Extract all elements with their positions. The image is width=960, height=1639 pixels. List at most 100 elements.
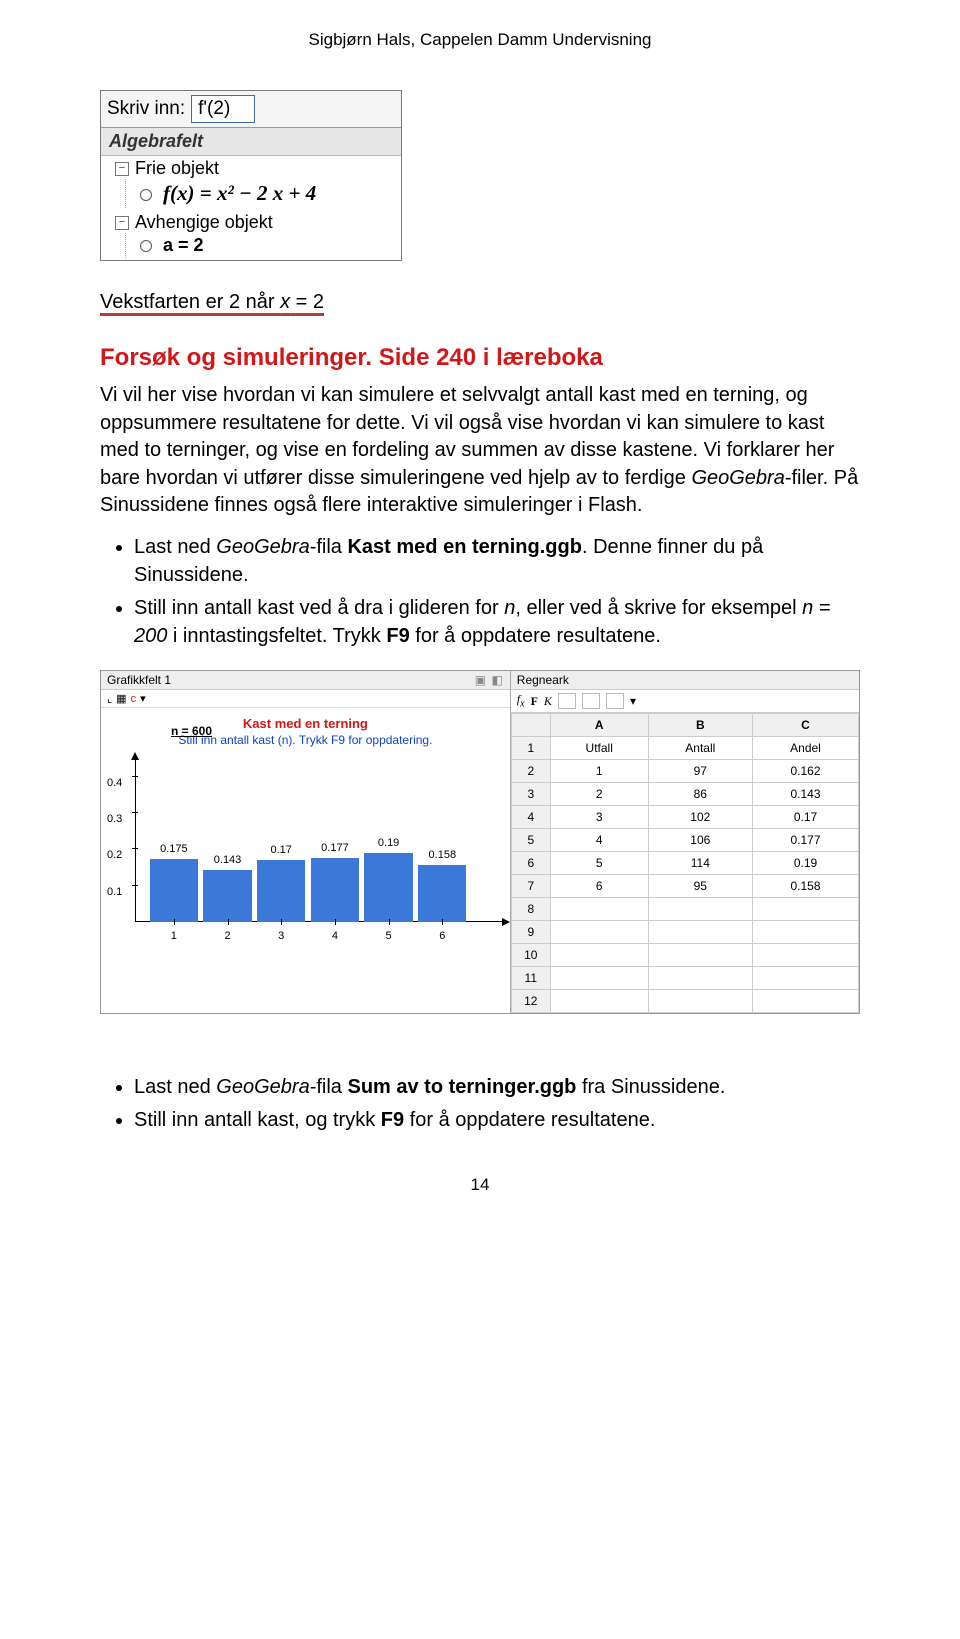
fill-icon[interactable] — [582, 693, 600, 709]
empty-cell[interactable] — [550, 943, 648, 966]
header-cell[interactable]: Utfall — [550, 736, 648, 759]
bar-chart: 0.10.20.30.40.17510.14320.1730.17740.195… — [135, 758, 504, 922]
n-slider-label[interactable]: n = 600 — [171, 724, 212, 738]
collapse-icon[interactable]: − — [115, 162, 129, 176]
data-cell[interactable]: 102 — [648, 805, 752, 828]
data-cell[interactable]: 0.19 — [752, 851, 858, 874]
t: for å oppdatere resultatene. — [410, 625, 661, 647]
algebra-input[interactable]: f'(2) — [191, 95, 255, 123]
data-cell[interactable]: 6 — [550, 874, 648, 897]
row-head[interactable]: 2 — [511, 759, 550, 782]
t: Still inn antall kast ved å dra i glider… — [134, 597, 504, 619]
free-section-label[interactable]: − Frie objekt — [115, 158, 393, 179]
row-head[interactable]: 6 — [511, 851, 550, 874]
fx-expression: f(x) = x² − 2 x + 4 — [163, 181, 316, 205]
window-controls-icon[interactable]: ▣ ◧ — [475, 673, 504, 687]
key-f9: F9 — [386, 625, 409, 647]
empty-cell[interactable] — [648, 966, 752, 989]
empty-cell[interactable] — [752, 966, 858, 989]
free-item-fx[interactable]: f(x) = x² − 2 x + 4 — [125, 179, 393, 208]
col-c[interactable]: C — [752, 713, 858, 736]
align-icon[interactable] — [558, 693, 576, 709]
row-head[interactable]: 11 — [511, 966, 550, 989]
t: i inntastingsfeltet. Trykk — [167, 625, 386, 647]
row-head[interactable]: 7 — [511, 874, 550, 897]
empty-cell[interactable] — [550, 989, 648, 1012]
bar — [150, 859, 198, 923]
empty-cell[interactable] — [648, 897, 752, 920]
empty-cell[interactable] — [550, 897, 648, 920]
row-head[interactable]: 1 — [511, 736, 550, 759]
algebra-dep-section: − Avhengige objekt a = 2 — [101, 210, 401, 260]
t: -fila — [310, 536, 348, 558]
dropdown-arrow-icon[interactable]: ▾ — [630, 694, 636, 709]
algebra-panel: Skriv inn: f'(2) Algebrafelt − Frie obje… — [100, 90, 402, 261]
dep-item-a[interactable]: a = 2 — [125, 233, 393, 258]
chart-area: n = 600 Kast med en terning Still inn an… — [101, 708, 510, 950]
row-head[interactable]: 10 — [511, 943, 550, 966]
data-cell[interactable]: 1 — [550, 759, 648, 782]
empty-cell[interactable] — [752, 897, 858, 920]
graphics-toolbar: ⌞ ▦ c ▾ — [101, 690, 510, 708]
empty-cell[interactable] — [752, 989, 858, 1012]
style-c-icon[interactable]: c — [131, 693, 137, 705]
data-cell[interactable]: 114 — [648, 851, 752, 874]
algebra-input-row: Skriv inn: f'(2) — [101, 91, 401, 128]
data-cell[interactable]: 0.158 — [752, 874, 858, 897]
data-cell[interactable]: 0.162 — [752, 759, 858, 782]
bar — [203, 870, 251, 922]
bar — [257, 860, 305, 922]
data-cell[interactable]: 97 — [648, 759, 752, 782]
data-cell[interactable]: 0.17 — [752, 805, 858, 828]
data-cell[interactable]: 106 — [648, 828, 752, 851]
data-cell[interactable]: 0.177 — [752, 828, 858, 851]
arrow-right-icon — [502, 918, 510, 926]
bar-value-label: 0.158 — [422, 849, 462, 861]
axes-icon[interactable]: ⌞ — [107, 692, 112, 705]
row-head[interactable]: 8 — [511, 897, 550, 920]
border-icon[interactable] — [606, 693, 624, 709]
dep-section-text: Avhengige objekt — [135, 212, 273, 233]
t: Last ned — [134, 1076, 216, 1098]
empty-cell[interactable] — [648, 989, 752, 1012]
t: for å oppdatere resultatene. — [404, 1109, 655, 1131]
col-a[interactable]: A — [550, 713, 648, 736]
empty-cell[interactable] — [648, 920, 752, 943]
dep-item-text: a = 2 — [163, 235, 204, 255]
y-tick: 0.1 — [107, 886, 122, 898]
bar-value-label: 0.143 — [208, 854, 248, 866]
empty-cell[interactable] — [550, 920, 648, 943]
grid-icon[interactable]: ▦ — [116, 692, 126, 705]
row-head[interactable]: 3 — [511, 782, 550, 805]
dropdown-arrow-icon[interactable]: ▾ — [140, 692, 146, 705]
col-b[interactable]: B — [648, 713, 752, 736]
header-cell[interactable]: Antall — [648, 736, 752, 759]
bold-icon[interactable]: F — [531, 694, 538, 709]
empty-cell[interactable] — [648, 943, 752, 966]
t: , eller ved å skrive for eksempel — [515, 597, 802, 619]
italic-icon[interactable]: K — [544, 694, 552, 709]
data-cell[interactable]: 4 — [550, 828, 648, 851]
data-cell[interactable]: 0.143 — [752, 782, 858, 805]
data-cell[interactable]: 5 — [550, 851, 648, 874]
dep-section-label[interactable]: − Avhengige objekt — [115, 212, 393, 233]
data-cell[interactable]: 2 — [550, 782, 648, 805]
row-head[interactable]: 5 — [511, 828, 550, 851]
figure-caption: Vekstfarten er 2 når x = 2 — [100, 291, 860, 314]
visibility-dot-icon[interactable] — [140, 240, 152, 252]
empty-cell[interactable] — [752, 920, 858, 943]
row-head[interactable]: 4 — [511, 805, 550, 828]
data-cell[interactable]: 86 — [648, 782, 752, 805]
empty-cell[interactable] — [550, 966, 648, 989]
data-cell[interactable]: 95 — [648, 874, 752, 897]
header-cell[interactable]: Andel — [752, 736, 858, 759]
row-head[interactable]: 12 — [511, 989, 550, 1012]
spreadsheet-table[interactable]: A B C 1UtfallAntallAndel21970.16232860.1… — [511, 713, 859, 1013]
collapse-icon[interactable]: − — [115, 216, 129, 230]
row-head[interactable]: 9 — [511, 920, 550, 943]
empty-cell[interactable] — [752, 943, 858, 966]
corner-cell[interactable] — [511, 713, 550, 736]
simulation-figure: Grafikkfelt 1 ▣ ◧ ⌞ ▦ c ▾ n = 600 Kast m… — [100, 670, 860, 1013]
data-cell[interactable]: 3 — [550, 805, 648, 828]
visibility-dot-icon[interactable] — [140, 189, 152, 201]
